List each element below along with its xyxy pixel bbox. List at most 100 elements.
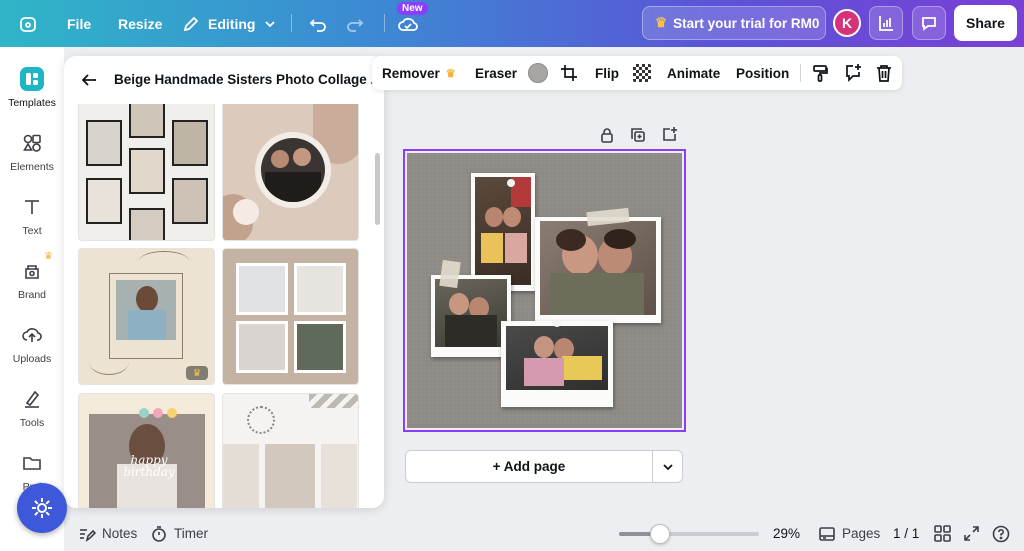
template-thumbnail[interactable] — [78, 104, 215, 241]
color-swatch-button[interactable] — [528, 56, 548, 90]
template-thumbnail[interactable]: happy birthday — [78, 393, 215, 508]
pin — [507, 179, 515, 187]
duplicate-page-icon[interactable] — [630, 127, 646, 143]
help-icon — [992, 525, 1010, 542]
photo — [475, 177, 531, 285]
pages-icon — [819, 526, 835, 541]
bar-chart-icon — [879, 16, 893, 31]
avatar[interactable]: K — [833, 9, 861, 37]
zoom-slider[interactable] — [619, 524, 759, 544]
fullscreen-button[interactable] — [963, 516, 980, 551]
context-toolbar: Remover ♛ Eraser Flip Animate Position — [372, 56, 902, 90]
trash-icon — [877, 65, 891, 82]
template-thumbnail[interactable] — [222, 104, 359, 241]
photo — [506, 326, 608, 390]
top-bar: File Resize Editing New ♛ Start your tri… — [0, 0, 1024, 47]
tape-strip — [439, 259, 461, 289]
home-icon — [20, 16, 36, 32]
notes-button[interactable]: Notes — [78, 516, 137, 551]
lock-icon[interactable] — [599, 127, 615, 143]
text-icon — [18, 193, 46, 221]
start-trial-button[interactable]: ♛ Start your trial for RM0 — [642, 6, 826, 40]
magic-assistant-button[interactable] — [17, 483, 67, 533]
crop-button[interactable] — [560, 56, 578, 90]
template-panel: Beige Handmade Sisters Photo Collage ... — [64, 56, 384, 508]
premium-badge: ♛ — [186, 366, 208, 380]
transparency-button[interactable] — [633, 56, 651, 90]
divider — [384, 14, 385, 32]
photo — [435, 279, 507, 347]
notes-icon — [80, 528, 96, 542]
redo-icon — [347, 18, 364, 32]
template-thumbnail[interactable] — [222, 393, 359, 508]
polaroid-photo[interactable] — [535, 217, 661, 323]
left-rail: Templates Elements Text Brand ♛ Uploads … — [0, 47, 64, 551]
collage-canvas[interactable] — [407, 153, 682, 428]
rail-item-tools[interactable]: Tools — [0, 385, 64, 445]
flip-button[interactable]: Flip — [595, 56, 619, 90]
insights-button[interactable] — [869, 6, 903, 40]
template-thumbnail[interactable] — [222, 248, 359, 385]
thumbnail-caption: happy birthday — [123, 453, 175, 479]
pages-button[interactable]: Pages — [818, 516, 880, 551]
bottom-bar: Notes Timer 29% Pages 1 / 1 — [64, 516, 1024, 551]
template-thumbnail[interactable]: ♛ — [78, 248, 215, 385]
editing-mode-dropdown[interactable]: Editing — [182, 0, 277, 47]
share-button[interactable]: Share — [954, 5, 1017, 41]
color-swatch — [528, 63, 548, 83]
resize-menu[interactable]: Resize — [118, 0, 162, 47]
polaroid-photo[interactable] — [471, 173, 535, 291]
undo-button[interactable] — [308, 0, 328, 47]
transparency-icon — [633, 64, 651, 82]
notes-label: Notes — [102, 526, 138, 541]
delete-button[interactable] — [875, 56, 893, 90]
timer-icon — [152, 525, 166, 542]
panel-scrollbar[interactable] — [375, 153, 380, 225]
trial-label: Start your trial for RM0 — [673, 15, 820, 31]
help-button[interactable] — [992, 516, 1010, 551]
new-badge: New — [397, 2, 428, 15]
crown-icon: ♛ — [44, 251, 53, 262]
comments-button[interactable] — [912, 6, 946, 40]
zoom-level[interactable]: 29% — [773, 516, 800, 551]
redo-button[interactable] — [345, 0, 365, 47]
timer-button[interactable]: Timer — [150, 516, 208, 551]
add-page-button[interactable]: + Add page — [405, 450, 653, 483]
chevron-down-icon — [662, 463, 673, 470]
cloud-check-icon — [398, 17, 418, 31]
pencil-icon — [183, 16, 199, 31]
position-button[interactable]: Position — [736, 56, 789, 90]
back-arrow-icon[interactable] — [80, 71, 98, 89]
timer-label: Timer — [174, 526, 208, 541]
grid-view-icon — [934, 525, 951, 542]
polaroid-photo[interactable] — [501, 319, 613, 407]
grid-view-button[interactable] — [934, 516, 951, 551]
animate-button[interactable]: Animate — [667, 56, 720, 90]
rail-item-uploads[interactable]: Uploads — [0, 321, 64, 381]
file-menu[interactable]: File — [67, 0, 91, 47]
crown-icon: ♛ — [445, 67, 456, 80]
polaroid-photo[interactable] — [431, 275, 511, 357]
undo-icon — [309, 18, 326, 32]
panel-title: Beige Handmade Sisters Photo Collage ... — [114, 72, 382, 87]
crown-icon: ♛ — [655, 15, 668, 30]
add-page-options-button[interactable] — [653, 450, 683, 483]
add-page-icon[interactable] — [662, 126, 678, 142]
editing-label: Editing — [208, 15, 256, 32]
copy-style-button[interactable] — [811, 56, 829, 90]
add-comment-button[interactable] — [843, 56, 863, 90]
pin — [553, 319, 561, 327]
bg-remover-button[interactable]: Remover ♛ — [382, 56, 456, 90]
home-button[interactable] — [18, 0, 38, 47]
rail-item-templates[interactable]: Templates — [0, 65, 64, 125]
eraser-button[interactable]: Eraser — [475, 56, 517, 90]
rail-item-text[interactable]: Text — [0, 193, 64, 253]
paint-roller-icon — [813, 65, 828, 82]
comment-icon — [922, 17, 936, 31]
zoom-slider-knob[interactable] — [650, 524, 670, 544]
design-page-selected[interactable] — [403, 149, 686, 432]
rail-label: Text — [22, 225, 42, 237]
rail-item-brand[interactable]: Brand ♛ — [0, 251, 64, 317]
divider — [800, 64, 801, 82]
rail-item-elements[interactable]: Elements — [0, 129, 64, 189]
